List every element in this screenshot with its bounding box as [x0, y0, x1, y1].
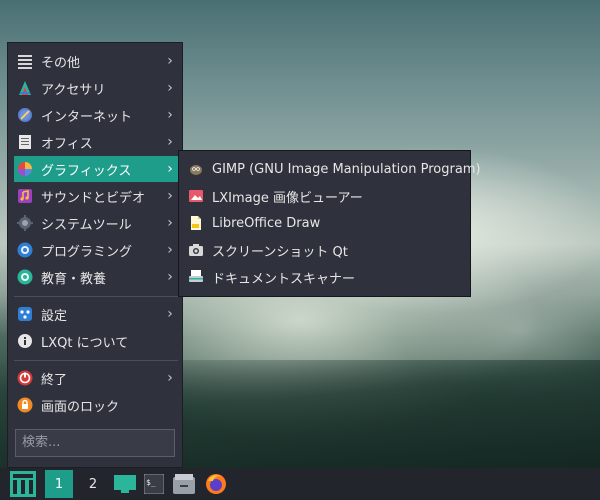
graphics-icon [16, 160, 34, 178]
menu-item-label: オフィス [41, 136, 93, 152]
chevron-right-icon: › [167, 53, 173, 69]
image-viewer-icon [187, 187, 205, 205]
internet-icon [16, 106, 34, 124]
chevron-right-icon: › [167, 306, 173, 322]
show-desktop-button[interactable] [112, 468, 138, 500]
education-icon [16, 268, 34, 286]
menu-item-label: 終了 [41, 372, 68, 388]
system-tools-icon [16, 214, 34, 232]
menu-item-label: アクセサリ [41, 82, 106, 98]
libreoffice-draw-icon [187, 214, 205, 232]
chevron-right-icon: › [167, 269, 173, 285]
menu-item-label: システムツール [41, 217, 132, 233]
camera-icon [187, 241, 205, 259]
menu-item-label: LXQt について [41, 335, 129, 351]
menu-item-label: グラフィックス [41, 163, 132, 179]
menu-item-label: プログラミング [41, 244, 133, 260]
programming-icon [16, 241, 34, 259]
menu-item-graphics[interactable]: グラフィックス › [14, 156, 178, 182]
chevron-right-icon: › [167, 161, 173, 177]
lxqt-menu-icon [10, 471, 36, 497]
submenu-item-screenshot[interactable]: スクリーンショット Qt [185, 237, 465, 263]
menu-item-education[interactable]: 教育・教養 › [14, 264, 178, 290]
chevron-right-icon: › [167, 215, 173, 231]
start-menu-button[interactable] [9, 468, 37, 500]
menu-item-label: 教育・教養 [41, 271, 107, 287]
multimedia-icon [16, 187, 34, 205]
settings-icon [16, 305, 34, 323]
menu-item-system-tools[interactable]: システムツール › [14, 210, 178, 236]
menu-item-internet[interactable]: インターネット › [14, 102, 178, 128]
menu-separator [14, 360, 178, 361]
terminal-launcher[interactable]: $_ [142, 468, 166, 500]
menu-item-label: その他 [41, 55, 81, 71]
info-icon [16, 332, 34, 350]
menu-item-sound-video[interactable]: サウンドとビデオ › [14, 183, 178, 209]
menu-item-quit[interactable]: 終了 › [14, 365, 178, 391]
terminal-icon: $_ [144, 474, 164, 494]
svg-text:$_: $_ [146, 478, 156, 487]
chevron-right-icon: › [167, 80, 173, 96]
chevron-right-icon: › [167, 188, 173, 204]
menu-item-label: サウンドとビデオ [41, 190, 146, 206]
taskbar: 1 2 $_ [0, 468, 600, 500]
submenu-item-label: ドキュメントスキャナー [212, 271, 356, 287]
lock-icon [16, 396, 34, 414]
menu-item-programming[interactable]: プログラミング › [14, 237, 178, 263]
chevron-right-icon: › [167, 134, 173, 150]
submenu-item-label: スクリーンショット Qt [212, 244, 348, 260]
desktop-icon [114, 475, 136, 493]
menu-item-about-lxqt[interactable]: LXQt について [14, 328, 178, 354]
gimp-icon [187, 160, 205, 178]
application-menu: その他 › アクセサリ › インターネット › オフィス › グラフィックス › [7, 42, 183, 468]
submenu-item-libreoffice-draw[interactable]: LibreOffice Draw [185, 210, 465, 236]
file-manager-launcher[interactable] [172, 468, 196, 500]
submenu-item-document-scanner[interactable]: ドキュメントスキャナー [185, 264, 465, 290]
scanner-icon [187, 268, 205, 286]
firefox-icon [206, 474, 226, 494]
graphics-submenu: GIMP (GNU Image Manipulation Program) LX… [178, 150, 481, 297]
power-icon [16, 369, 34, 387]
firefox-launcher[interactable] [203, 468, 229, 500]
submenu-item-label: GIMP (GNU Image Manipulation Program) [212, 161, 481, 177]
office-icon [16, 133, 34, 151]
menu-item-accessories[interactable]: アクセサリ › [14, 75, 178, 101]
file-manager-icon [173, 474, 195, 494]
search-input[interactable]: 検索... [15, 429, 175, 457]
menu-item-lock-screen[interactable]: 画面のロック [14, 392, 178, 418]
chevron-right-icon: › [167, 370, 173, 386]
chevron-right-icon: › [167, 107, 173, 123]
menu-separator [14, 296, 178, 297]
menu-item-label: 設定 [41, 308, 68, 324]
submenu-item-lximage[interactable]: LXImage 画像ビューアー [185, 183, 465, 209]
accessories-icon [16, 79, 34, 97]
workspace-1-button[interactable]: 1 [45, 470, 73, 498]
submenu-item-label: LXImage 画像ビューアー [212, 190, 363, 206]
menu-item-label: インターネット [41, 109, 133, 125]
chevron-right-icon: › [167, 242, 173, 258]
menu-item-settings[interactable]: 設定 › [14, 301, 178, 327]
menu-item-office[interactable]: オフィス › [14, 129, 178, 155]
menu-item-other[interactable]: その他 › [14, 48, 178, 74]
submenu-item-label: LibreOffice Draw [212, 215, 321, 231]
menu-item-label: 画面のロック [41, 399, 120, 415]
submenu-item-gimp[interactable]: GIMP (GNU Image Manipulation Program) [185, 156, 481, 182]
workspace-2-button[interactable]: 2 [79, 470, 107, 498]
list-icon [16, 52, 34, 70]
